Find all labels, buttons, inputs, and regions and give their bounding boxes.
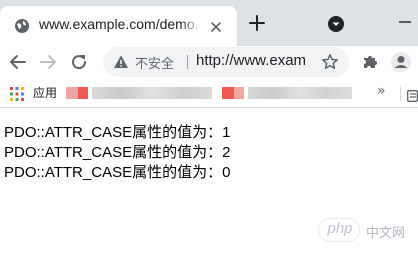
warning-triangle-icon[interactable] — [113, 54, 129, 70]
bookmark-item-redacted[interactable] — [66, 87, 78, 99]
apps-grid-icon[interactable] — [10, 86, 24, 101]
back-arrow-icon[interactable] — [7, 51, 29, 73]
watermark-logo-text: php — [327, 220, 353, 237]
output-line: PDO::ATTR_CASE属性的值为：2 — [4, 144, 231, 161]
close-icon[interactable] — [209, 19, 223, 33]
bookmark-item-redacted[interactable] — [234, 87, 244, 99]
avatar-icon[interactable] — [390, 51, 412, 73]
security-status-label[interactable]: 不安全 — [135, 53, 174, 72]
bookmark-item-redacted[interactable] — [222, 87, 234, 99]
address-divider — [187, 55, 188, 69]
tab-strip: www.example.com/demo.php — [0, 0, 418, 46]
browser-tab[interactable]: www.example.com/demo.php — [0, 6, 237, 46]
php-cn-watermark: php 中文网 — [318, 218, 414, 242]
reload-icon[interactable] — [68, 51, 90, 73]
tab-title: www.example.com/demo.php — [39, 16, 199, 32]
output-line: PDO::ATTR_CASE属性的值为：0 — [4, 164, 231, 181]
output-line: PDO::ATTR_CASE属性的值为：1 — [4, 124, 231, 141]
apps-label[interactable]: 应用 — [33, 84, 57, 101]
plus-icon[interactable] — [246, 12, 268, 34]
forward-arrow-icon[interactable] — [37, 51, 59, 73]
address-bar[interactable]: 不安全 http://www.example.com/demo.php — [103, 47, 349, 77]
url-text[interactable]: http://www.example.com/demo.php — [196, 52, 306, 72]
watermark-logo-badge: php — [318, 218, 360, 242]
bookmarks-bar: 应用 » — [0, 78, 418, 108]
watermark-text: 中文网 — [366, 226, 406, 241]
bookmarks-divider — [400, 85, 401, 101]
puzzle-icon[interactable] — [360, 52, 380, 72]
bookmark-item-redacted[interactable] — [92, 87, 212, 99]
globe-icon — [14, 18, 30, 34]
reading-list-icon[interactable] — [407, 87, 418, 102]
browser-toolbar: 不安全 http://www.example.com/demo.php — [0, 46, 418, 78]
bookmarks-overflow-button[interactable]: » — [377, 83, 386, 99]
star-icon[interactable] — [321, 53, 339, 71]
chevron-down-circle-icon[interactable] — [326, 14, 346, 34]
bookmark-item-redacted[interactable] — [248, 87, 352, 99]
minimize-icon[interactable] — [395, 14, 415, 30]
tab-title-fade — [180, 14, 202, 38]
bookmark-item-redacted[interactable] — [78, 87, 88, 99]
